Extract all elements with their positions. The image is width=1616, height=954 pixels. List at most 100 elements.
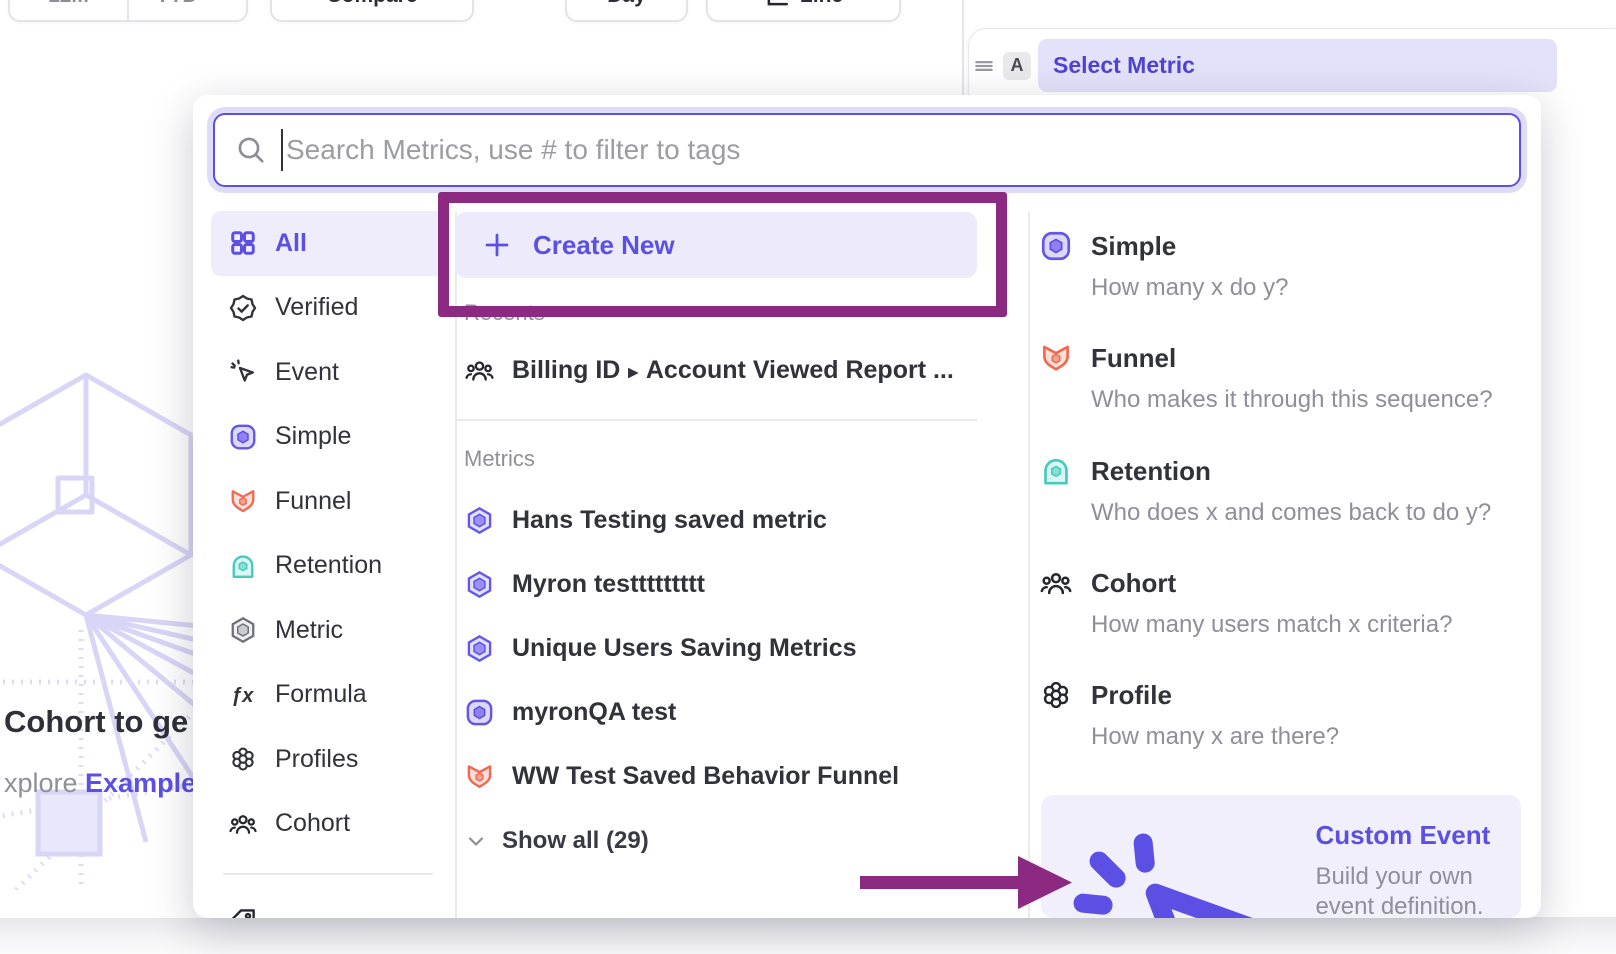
funnel-icon: [228, 486, 258, 516]
type-title: Retention: [1091, 453, 1491, 489]
range-ytd-label: YTD: [156, 0, 198, 8]
select-metric-field[interactable]: Select Metric: [1038, 39, 1557, 92]
simple-icon: [1039, 229, 1073, 263]
metric-name: myronQA test: [512, 698, 676, 727]
sidebar-item-event[interactable]: Event: [211, 340, 445, 405]
profiles-icon: [228, 744, 258, 774]
canvas-headline: Cohort to ge: [4, 704, 188, 740]
search-icon: [235, 134, 267, 166]
sidebar-item-metric[interactable]: Metric: [211, 598, 445, 663]
sidebar-item-simple[interactable]: Simple: [211, 405, 445, 470]
bottom-page-strip: [0, 918, 1616, 954]
type-retention[interactable]: Retention Who does x and comes back to d…: [1039, 453, 1509, 528]
sidebar-item-cohort[interactable]: Cohort: [211, 792, 445, 857]
custom-event-highlight: Custom Event Build your own event defini…: [1041, 795, 1521, 918]
line-label: Line: [800, 0, 843, 8]
funnel-icon: [1039, 341, 1073, 375]
line-chart-icon: [764, 0, 790, 9]
metric-list-item[interactable]: myronQA test: [455, 681, 985, 745]
type-desc: Build your own event definition.: [1315, 862, 1497, 918]
retention-icon: [228, 551, 258, 581]
type-desc: Who does x and comes back to do y?: [1091, 498, 1491, 528]
sidebar-label: Funnel: [275, 487, 351, 516]
show-all-toggle[interactable]: Show all (29): [455, 821, 985, 861]
range-12m-button[interactable]: 12M: [10, 0, 127, 20]
metric-list-item[interactable]: Unique Users Saving Metrics: [455, 617, 985, 681]
day-label: Day: [607, 0, 646, 8]
sidebar-item-profiles[interactable]: Profiles: [211, 727, 445, 792]
retention-icon: [1039, 454, 1073, 488]
breadcrumb-arrow: ▸: [628, 362, 638, 383]
metric-name: WW Test Saved Behavior Funnel: [512, 762, 899, 791]
chart-type-line-button[interactable]: Line: [706, 0, 901, 22]
type-simple[interactable]: Simple How many x do y?: [1039, 228, 1509, 303]
chevron-down-icon: [464, 829, 488, 853]
drag-handle-icon[interactable]: [973, 54, 997, 78]
sidebar-label: Event: [275, 358, 339, 387]
metric-list-item[interactable]: WW Test Saved Behavior Funnel: [455, 745, 985, 809]
time-range-button-group: 12M YTD: [8, 0, 248, 22]
sidebar-item-all[interactable]: All: [211, 211, 445, 276]
metric-list-column: Create New Recents Billing ID▸Account Vi…: [455, 212, 985, 861]
category-sidebar: All Verified Event Simple Funnel Retenti…: [211, 211, 445, 918]
show-all-label: Show all (29): [502, 827, 649, 855]
simple-icon: [228, 422, 258, 452]
metric-list-item[interactable]: Hans Testing saved metric: [455, 489, 985, 553]
cohort-icon: [464, 355, 495, 386]
compare-button[interactable]: Compare: [270, 0, 474, 22]
text-cursor: [281, 129, 283, 171]
type-profile[interactable]: Profile How many x are there?: [1039, 677, 1509, 752]
sidebar-label: Formula: [275, 680, 367, 709]
type-funnel[interactable]: Funnel Who makes it through this sequenc…: [1039, 340, 1509, 415]
metric-list: Hans Testing saved metric Myron testtttt…: [455, 489, 985, 809]
granularity-day-button[interactable]: Day: [565, 0, 688, 22]
chevron-down-icon: [204, 0, 220, 4]
compare-label: Compare: [326, 0, 417, 8]
example-link[interactable]: Example: [85, 768, 196, 798]
type-title: Profile: [1091, 677, 1339, 713]
sidebar-item-retention[interactable]: Retention: [211, 534, 445, 599]
metric-name: Unique Users Saving Metrics: [512, 634, 857, 663]
metric-picker-dropdown: All Verified Event Simple Funnel Retenti…: [193, 95, 1541, 918]
select-metric-label: Select Metric: [1053, 52, 1195, 79]
range-12m-label: 12M: [48, 0, 89, 8]
formula-icon: ƒx: [228, 680, 258, 710]
verified-seal-icon: [228, 293, 258, 323]
saved-metric-hexagon-icon: [464, 633, 495, 664]
sidebar-label: Verified: [275, 293, 358, 322]
cohort-icon: [1039, 566, 1073, 600]
sidebar-divider: [223, 873, 433, 875]
simple-icon: [464, 697, 495, 728]
sidebar-label: All: [275, 229, 307, 258]
recents-heading: Recents: [455, 300, 985, 326]
grid-icon: [228, 228, 258, 258]
range-ytd-button[interactable]: YTD: [127, 0, 246, 20]
sidebar-item-funnel[interactable]: Funnel: [211, 469, 445, 534]
sidebar-item-verified[interactable]: Verified: [211, 276, 445, 341]
sidebar-item-formula[interactable]: ƒx Formula: [211, 663, 445, 728]
metrics-heading: Metrics: [455, 446, 985, 472]
sidebar-label: Cohort: [275, 809, 350, 838]
create-new-button[interactable]: Create New: [455, 212, 977, 278]
recent-item[interactable]: Billing ID▸Account Viewed Report ...: [455, 348, 985, 392]
tag-icon: [228, 906, 258, 918]
svg-text:ƒx: ƒx: [231, 685, 254, 707]
metric-picker-screen: 12M YTD Compare Day Line Cohort to ge xp…: [0, 0, 1616, 954]
type-title: Funnel: [1091, 340, 1493, 376]
metric-types-column: Simple How many x do y? Funnel Who makes…: [1028, 95, 1521, 918]
type-desc: Who makes it through this sequence?: [1091, 385, 1493, 415]
sidebar-item-tags-partial[interactable]: [211, 889, 445, 919]
recent-item-label: Billing ID▸Account Viewed Report ...: [512, 356, 954, 385]
metric-name: Myron testtttttttt: [512, 570, 705, 599]
canvas-subline: xplore Example: [4, 768, 196, 799]
event-cursor-icon: [228, 357, 258, 387]
type-title: Simple: [1091, 228, 1288, 264]
metric-hexagon-icon: [228, 615, 258, 645]
metric-letter-badge: A: [1003, 52, 1031, 80]
canvas-link-prefix: xplore: [4, 768, 85, 798]
type-custom-event[interactable]: Custom Event Build your own event defini…: [1057, 817, 1497, 918]
type-title: Custom Event: [1315, 817, 1497, 853]
metric-list-item[interactable]: Myron testtttttttt: [455, 553, 985, 617]
profiles-icon: [1039, 678, 1073, 712]
type-cohort[interactable]: Cohort How many users match x criteria?: [1039, 565, 1509, 640]
